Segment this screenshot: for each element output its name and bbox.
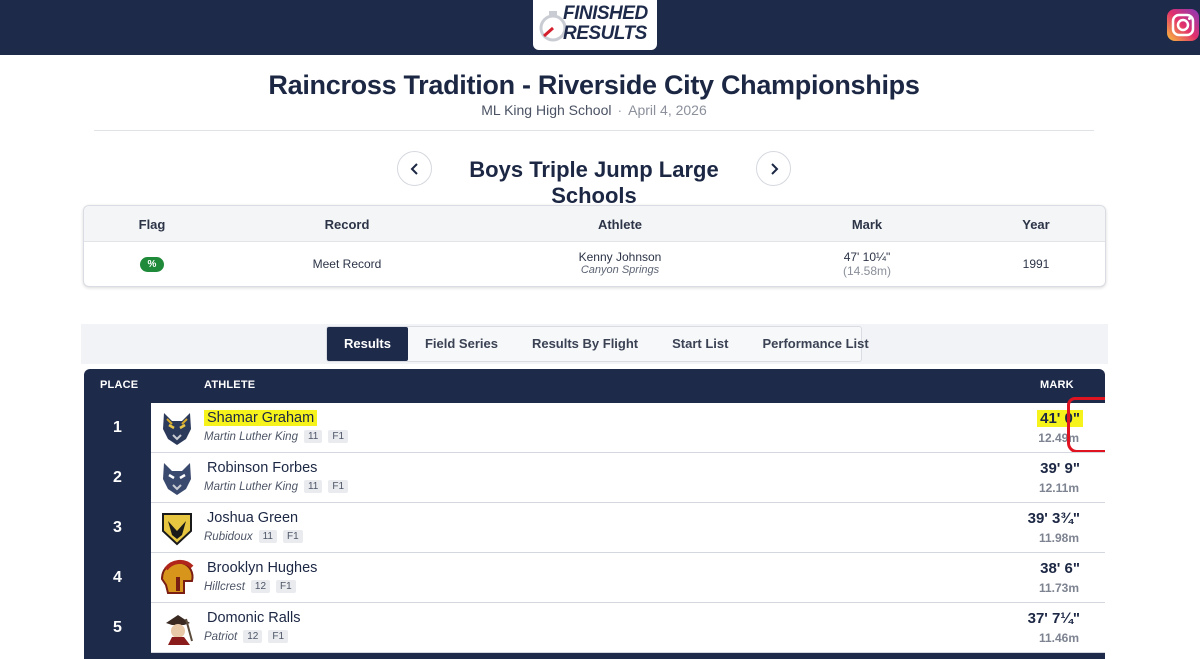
athlete-meta: Hillcrest 12 F1 [204,580,296,593]
trojan-helmet-logo-icon [160,560,194,594]
record-flag-badge: % [140,257,164,272]
wolf-logo-icon [163,463,191,495]
mark-imperial: 39' 3¾" [1027,510,1080,527]
record-athlete-name: Kenny Johnson [578,250,662,264]
row-place: 5 [113,619,122,636]
record-athlete: Kenny Johnson Canyon Springs [520,250,720,276]
athlete-school[interactable]: Hillcrest [204,581,245,593]
mark-metric: 11.46m [1038,631,1079,645]
meet-record-card: Flag Record Athlete Mark Year % Meet Rec… [83,205,1106,287]
record-year: 1991 [1022,257,1050,271]
top-nav-bar: FINISHED RESULTS [0,0,1200,55]
record-header-year: Year [1022,217,1050,232]
results-header-place: PLACE [100,379,139,391]
header-divider [94,130,1094,131]
athlete-flight-badge: F1 [328,430,349,443]
record-header-flag: Flag [138,217,166,232]
mark-metric: 11.73m [1038,581,1079,595]
chevron-left-icon [410,162,418,175]
athlete-name[interactable]: Brooklyn Hughes [204,560,320,576]
athlete-school[interactable]: Patriot [204,631,237,643]
tab-results[interactable]: Results [327,327,408,361]
tab-field-series[interactable]: Field Series [408,327,515,361]
row-body: Robinson Forbes Martin Luther King 11 F1… [151,453,1105,502]
previous-event-button[interactable] [397,151,432,186]
athlete-grade-badge: 11 [303,430,323,443]
mark-imperial: 37' 7¼" [1027,610,1080,627]
event-title: Boys Triple Jump Large Schools [469,157,719,208]
row-divider [151,652,1105,653]
tab-results-by-flight[interactable]: Results By Flight [515,327,655,361]
row-body: Shamar Graham Martin Luther King 11 F1 4… [151,397,1105,453]
record-mark: 47' 10¼" (14.58m) [807,250,927,278]
row-body: Joshua Green Rubidoux 11 F1 39' 3¾" 11.9… [151,503,1105,552]
patriot-logo-icon [166,615,193,645]
athlete-school[interactable]: Martin Luther King [204,481,298,493]
athlete-flight-badge: F1 [282,530,303,543]
meet-subtitle: ML King High School · April 4, 2026 [0,102,1188,118]
athlete-name[interactable]: Joshua Green [204,510,301,526]
athlete-grade-badge: 12 [250,580,271,593]
athlete-meta: Patriot 12 F1 [204,630,289,643]
meet-title: Raincross Tradition - Riverside City Cha… [268,70,920,100]
tab-start-list[interactable]: Start List [655,327,745,361]
record-mark-imperial: 47' 10¼" [843,250,891,264]
mark-imperial: 38' 6" [1040,560,1080,577]
record-type: Meet Record [312,257,382,271]
athlete-name[interactable]: Shamar Graham [204,410,318,426]
record-athlete-school: Canyon Springs [580,264,660,276]
row-place: 4 [113,569,122,586]
athlete-flight-badge: F1 [328,480,349,493]
logo-wordmark: FINISHED RESULTS [563,3,648,44]
meet-date: April 4, 2026 [628,102,707,118]
row-place: 3 [113,519,122,536]
results-header-athlete: ATHLETE [204,379,256,391]
athlete-meta: Martin Luther King 11 F1 [204,430,349,443]
mark-imperial: 39' 9" [1040,460,1080,477]
tab-performance-list[interactable]: Performance List [745,327,885,361]
athlete-meta: Rubidoux 11 F1 [204,530,303,543]
athlete-grade-badge: 11 [258,530,277,543]
athlete-school[interactable]: Martin Luther King [204,431,298,443]
finished-results-logo[interactable]: FINISHED RESULTS [533,0,657,50]
meet-venue[interactable]: ML King High School [481,102,611,118]
table-row[interactable]: 3 Joshua Green Rubidoux 11 F1 39' 3¾" 11… [84,503,1105,553]
table-row[interactable]: 4 Brooklyn Hughes Hillcrest 12 F1 38' 6"… [84,553,1105,603]
athlete-name[interactable]: Domonic Ralls [204,610,303,626]
row-body: Brooklyn Hughes Hillcrest 12 F1 38' 6" 1… [151,553,1105,602]
table-row[interactable]: 2 Robinson Forbes Martin Luther King 11 … [84,453,1105,503]
chevron-right-icon [770,162,778,175]
mark-metric: 11.98m [1038,531,1079,545]
record-header-record: Record [324,217,370,232]
mark-metric: 12.11m [1038,481,1079,495]
instagram-icon[interactable] [1166,8,1200,42]
table-row[interactable]: 5 Domonic Ralls Patriot 12 F1 37' 7¼" 11… [84,603,1105,653]
athlete-name[interactable]: Robinson Forbes [204,460,320,476]
results-header-mark: MARK [1040,379,1074,391]
record-header-mark: Mark [851,217,883,232]
wolf-logo-icon [163,413,191,445]
next-event-button[interactable] [756,151,791,186]
meet-separator: · [617,102,623,118]
record-mark-metric: (14.58m) [842,264,892,278]
athlete-flight-badge: F1 [276,580,296,593]
falcon-logo-icon [162,513,192,546]
record-header-athlete: Athlete [597,217,643,232]
athlete-grade-badge: 11 [303,480,323,493]
red-annotation-circle [1067,397,1105,453]
row-place: 1 [113,419,122,436]
results-table: PLACE ATHLETE MARK 1 Shamar Graham Marti… [84,369,1105,659]
row-place: 2 [113,469,122,486]
row-body: Domonic Ralls Patriot 12 F1 37' 7¼" 11.4… [151,603,1105,652]
athlete-school[interactable]: Rubidoux [204,531,253,543]
athlete-grade-badge: 12 [243,630,263,643]
results-tabs: Results Field Series Results By Flight S… [326,326,869,362]
athlete-flight-badge: F1 [268,630,289,643]
table-row[interactable]: 1 Shamar Graham Martin Luther King 11 F1… [84,397,1105,453]
athlete-meta: Martin Luther King 11 F1 [204,480,349,493]
